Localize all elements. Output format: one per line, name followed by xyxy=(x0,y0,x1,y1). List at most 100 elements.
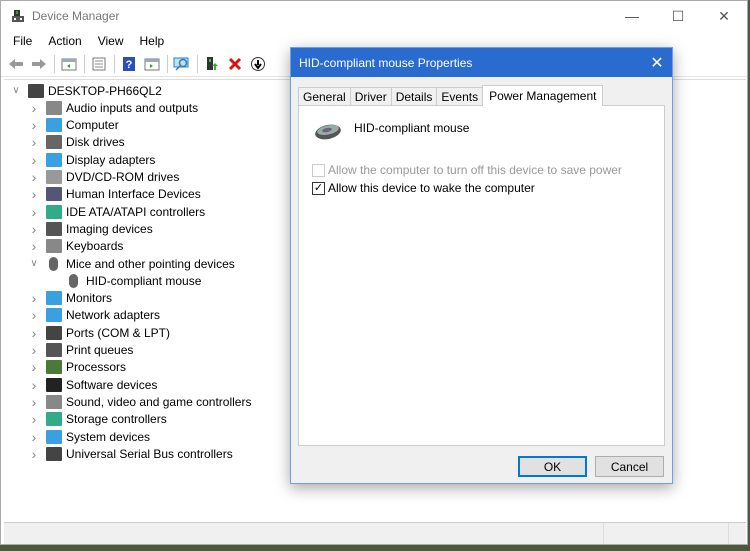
tree-item[interactable]: › Print queues xyxy=(28,342,134,359)
tree-item[interactable]: › DVD/CD-ROM drives xyxy=(28,169,180,186)
forward-button[interactable] xyxy=(28,54,50,74)
tree-root[interactable]: ∨ DESKTOP-PH66QL2 xyxy=(10,82,162,99)
maximize-icon: ☐ xyxy=(671,7,685,24)
chevron-right-icon[interactable]: › xyxy=(28,290,40,306)
tree-item[interactable]: › Monitors xyxy=(28,290,112,307)
tree-item[interactable]: › Keyboards xyxy=(28,238,124,255)
power-management-panel: HID-compliant mouse Allow the computer t… xyxy=(298,105,665,446)
dialog-close-button[interactable]: ✕ xyxy=(642,48,672,77)
chevron-right-icon[interactable]: › xyxy=(28,359,40,375)
tree-item-label: Processors xyxy=(66,360,127,375)
update-driver-button[interactable] xyxy=(201,54,223,74)
cancel-button[interactable]: Cancel xyxy=(595,456,664,477)
port-icon xyxy=(46,325,62,340)
chevron-right-icon[interactable]: › xyxy=(28,446,40,462)
show-hide-console-tree-button[interactable] xyxy=(58,54,80,74)
tree-item[interactable]: › Ports (COM & LPT) xyxy=(28,324,170,341)
tree-item[interactable]: › Sound, video and game controllers xyxy=(28,393,252,410)
uninstall-device-button[interactable] xyxy=(224,54,246,74)
scan-hardware-button[interactable] xyxy=(171,54,193,74)
tree-item-label: Display adapters xyxy=(66,152,156,167)
tree-item[interactable]: › Computer xyxy=(28,117,119,134)
tree-item[interactable]: › Disk drives xyxy=(28,134,125,151)
dialog-title-bar: HID-compliant mouse Properties ✕ xyxy=(291,48,672,77)
close-icon: ✕ xyxy=(718,7,730,24)
help-button[interactable]: ? xyxy=(118,54,140,74)
chevron-right-icon[interactable]: › xyxy=(28,394,40,410)
chevron-right-icon[interactable]: › xyxy=(28,169,40,185)
tab-general[interactable]: General xyxy=(298,87,351,105)
software-device-icon xyxy=(46,377,62,392)
tree-item-label: Audio inputs and outputs xyxy=(66,100,199,115)
allow-wake-checkbox[interactable]: ✓ xyxy=(312,181,325,195)
chevron-right-icon[interactable]: › xyxy=(28,117,40,133)
chevron-right-icon[interactable]: › xyxy=(28,100,40,116)
menu-help[interactable]: Help xyxy=(132,34,173,48)
tree-item-child[interactable]: HID-compliant mouse xyxy=(66,272,201,289)
tree-item[interactable]: › IDE ATA/ATAPI controllers xyxy=(28,203,206,220)
tree-item[interactable]: › Processors xyxy=(28,359,126,376)
speaker-icon xyxy=(46,100,62,115)
tree-item[interactable]: › System devices xyxy=(28,428,150,445)
update-driver-icon xyxy=(207,56,218,70)
tree-item[interactable]: › Display adapters xyxy=(28,151,156,168)
properties-button[interactable] xyxy=(88,54,110,74)
tab-events[interactable]: Events xyxy=(436,87,484,105)
menu-view[interactable]: View xyxy=(90,34,132,48)
chevron-right-icon[interactable]: › xyxy=(28,186,40,202)
mouse-device-icon xyxy=(315,124,341,140)
tab-details[interactable]: Details xyxy=(390,87,438,105)
tree-item[interactable]: › Human Interface Devices xyxy=(28,186,201,203)
properties-icon xyxy=(92,57,106,70)
close-button[interactable]: ✕ xyxy=(701,1,747,31)
chevron-right-icon[interactable]: › xyxy=(28,221,40,237)
tree-item-label: Mice and other pointing devices xyxy=(66,256,235,271)
back-icon xyxy=(9,58,23,69)
sound-icon xyxy=(46,394,62,409)
chevron-right-icon[interactable]: › xyxy=(28,307,40,323)
chevron-right-icon[interactable]: › xyxy=(28,342,40,358)
chevron-right-icon[interactable]: › xyxy=(28,429,40,445)
menu-file[interactable]: File xyxy=(5,34,40,48)
disk-drive-icon xyxy=(46,135,62,150)
chevron-down-icon[interactable]: ∨ xyxy=(10,85,22,96)
tree-item[interactable]: › Software devices xyxy=(28,376,158,393)
dialog-title: HID-compliant mouse Properties xyxy=(299,55,473,70)
show-hide-action-pane-button[interactable] xyxy=(141,54,163,74)
chevron-right-icon[interactable]: › xyxy=(28,377,40,393)
system-devices-icon xyxy=(46,429,62,444)
maximize-button[interactable]: ☐ xyxy=(655,1,701,31)
tab-driver[interactable]: Driver xyxy=(349,87,392,105)
tab-power-management[interactable]: Power Management xyxy=(482,85,604,106)
ide-controller-icon xyxy=(46,204,62,219)
chevron-right-icon[interactable]: › xyxy=(28,134,40,150)
chevron-down-icon[interactable]: ∨ xyxy=(28,258,40,269)
imaging-icon xyxy=(46,221,62,236)
chevron-right-icon[interactable]: › xyxy=(28,238,40,254)
device-manager-icon xyxy=(12,10,24,22)
svg-text:?: ? xyxy=(126,59,133,71)
processor-icon xyxy=(46,360,62,375)
computer-root-icon xyxy=(28,83,44,98)
chevron-right-icon[interactable]: › xyxy=(28,411,40,427)
ok-button[interactable]: OK xyxy=(518,456,587,477)
tree-item[interactable]: › Storage controllers xyxy=(28,411,167,428)
tree-item[interactable]: › Imaging devices xyxy=(28,220,153,237)
menu-action[interactable]: Action xyxy=(40,34,89,48)
chevron-right-icon[interactable]: › xyxy=(28,152,40,168)
disable-device-button[interactable] xyxy=(247,54,269,74)
tree-item[interactable]: › Network adapters xyxy=(28,307,160,324)
chevron-right-icon[interactable]: › xyxy=(28,325,40,341)
tree-item-label: Computer xyxy=(66,118,119,133)
allow-wake-option[interactable]: ✓ Allow this device to wake the computer xyxy=(312,181,535,195)
tree-item-label: IDE ATA/ATAPI controllers xyxy=(66,204,206,219)
status-bar xyxy=(4,522,746,544)
chevron-right-icon[interactable]: › xyxy=(28,204,40,220)
back-button[interactable] xyxy=(5,54,27,74)
tree-item[interactable]: › Audio inputs and outputs xyxy=(28,99,198,116)
minimize-button[interactable]: — xyxy=(609,1,655,31)
toolbar-separator xyxy=(197,54,198,73)
tree-item[interactable]: ∨ Mice and other pointing devices xyxy=(28,255,235,272)
tree-item[interactable]: › Universal Serial Bus controllers xyxy=(28,445,233,462)
tree-item-label: Sound, video and game controllers xyxy=(66,394,252,409)
